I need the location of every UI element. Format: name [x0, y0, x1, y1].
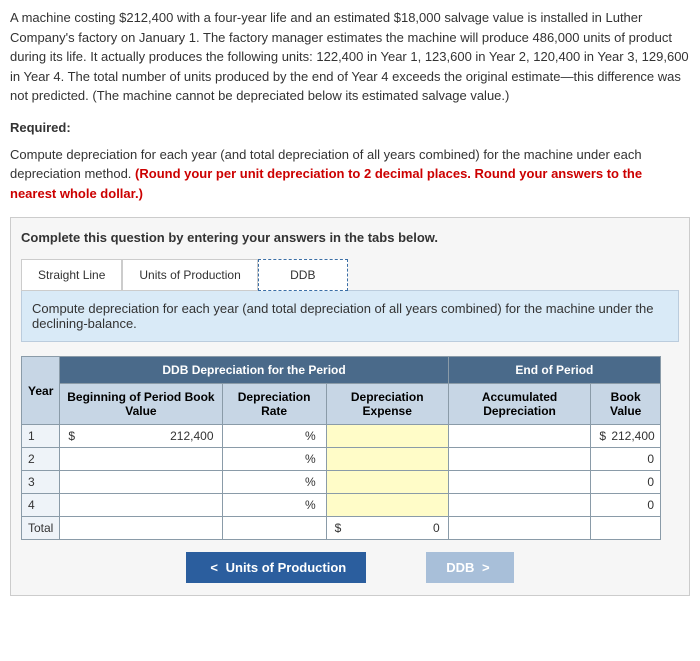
ddb-table: Year DDB Depreciation for the Period End… — [21, 356, 661, 540]
tab-straight-line[interactable]: Straight Line — [21, 259, 122, 291]
beg-total — [60, 517, 222, 540]
tab-nav: < Units of Production DDB > — [21, 552, 679, 583]
bv-y1-value: 212,400 — [611, 429, 652, 443]
row-year-2-label: 2 — [22, 448, 60, 471]
prev-tab-button[interactable]: < Units of Production — [186, 552, 366, 583]
rate-y4[interactable]: % — [222, 494, 326, 517]
instructions: Compute depreciation for each year (and … — [10, 145, 690, 204]
row-year-1-label: 1 — [22, 425, 60, 448]
next-tab-label: DDB — [446, 560, 474, 575]
expense-total[interactable]: $0 — [326, 517, 448, 540]
tab-instruction-bar: Compute depreciation for each year (and … — [21, 290, 679, 342]
dollar-sign: $ — [68, 429, 80, 443]
group-end-header: End of Period — [448, 357, 660, 384]
col-rate-header: Depreciation Rate — [222, 384, 326, 425]
rate-total — [222, 517, 326, 540]
bv-y2[interactable]: 0 — [591, 448, 661, 471]
accum-y3[interactable] — [448, 471, 591, 494]
required-heading: Required: — [10, 120, 690, 135]
col-expense-header: Depreciation Expense — [326, 384, 448, 425]
next-tab-button[interactable]: DDB > — [426, 552, 513, 583]
expense-y2[interactable] — [326, 448, 448, 471]
row-year-3-label: 3 — [22, 471, 60, 494]
chevron-left-icon: < — [210, 560, 218, 575]
beg-book-value-y1[interactable]: $212,400 — [60, 425, 222, 448]
tab-ddb[interactable]: DDB — [258, 259, 348, 291]
rate-y3[interactable]: % — [222, 471, 326, 494]
tab-units-of-production[interactable]: Units of Production — [122, 259, 257, 291]
dollar-sign: $ — [599, 429, 611, 443]
col-bookvalue-header: Book Value — [591, 384, 661, 425]
expense-total-value: 0 — [347, 521, 440, 535]
accum-y4[interactable] — [448, 494, 591, 517]
dollar-sign: $ — [335, 521, 347, 535]
accum-total — [448, 517, 591, 540]
col-beginning-header: Beginning of Period Book Value — [60, 384, 222, 425]
answer-panel: Complete this question by entering your … — [10, 217, 690, 596]
expense-y1[interactable] — [326, 425, 448, 448]
beg-book-value-y4[interactable] — [60, 494, 222, 517]
chevron-right-icon: > — [482, 560, 490, 575]
accum-y2[interactable] — [448, 448, 591, 471]
method-tabs: Straight Line Units of Production DDB — [21, 259, 679, 291]
bv-y3[interactable]: 0 — [591, 471, 661, 494]
prev-tab-label: Units of Production — [226, 560, 347, 575]
group-period-header: DDB Depreciation for the Period — [60, 357, 448, 384]
beg-book-value-y3[interactable] — [60, 471, 222, 494]
bv-total — [591, 517, 661, 540]
expense-y4[interactable] — [326, 494, 448, 517]
bv-y1[interactable]: $212,400 — [591, 425, 661, 448]
row-year-4-label: 4 — [22, 494, 60, 517]
beg-book-value-y2[interactable] — [60, 448, 222, 471]
col-accum-header: Accumulated Depreciation — [448, 384, 591, 425]
expense-y3[interactable] — [326, 471, 448, 494]
accum-y1[interactable] — [448, 425, 591, 448]
panel-heading: Complete this question by entering your … — [21, 230, 679, 245]
row-total-label: Total — [22, 517, 60, 540]
rate-y1[interactable]: % — [222, 425, 326, 448]
bv-y4[interactable]: 0 — [591, 494, 661, 517]
problem-statement: A machine costing $212,400 with a four-y… — [10, 8, 690, 106]
beg-book-value-y1-value: 212,400 — [80, 429, 213, 443]
rate-y2[interactable]: % — [222, 448, 326, 471]
col-year-header: Year — [22, 357, 60, 425]
